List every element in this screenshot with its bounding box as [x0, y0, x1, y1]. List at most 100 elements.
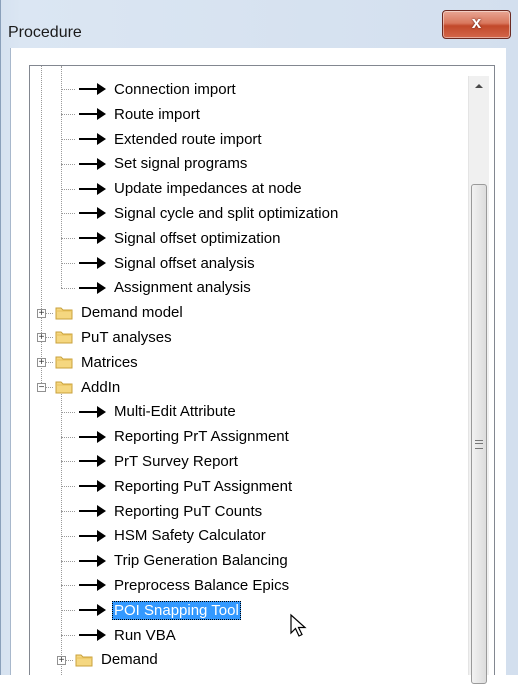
- procedure-item[interactable]: HSM Safety Calculator: [79, 525, 268, 547]
- tree-connector-line: [61, 486, 75, 488]
- close-button[interactable]: x: [442, 10, 511, 39]
- procedure-arrow-icon: [79, 604, 106, 617]
- tree-connector-line: [61, 139, 75, 140]
- tree-connector-line: [61, 560, 75, 562]
- folder-item[interactable]: AddIn: [55, 376, 122, 398]
- tree-connector-line: [61, 213, 75, 215]
- procedure-item[interactable]: Reporting PuT Counts: [79, 500, 264, 522]
- procedure-arrow-icon: [79, 554, 106, 567]
- folder-expander[interactable]: −: [37, 382, 46, 393]
- procedure-item[interactable]: Set signal programs: [79, 153, 249, 175]
- procedure-item-label: Signal offset optimization: [114, 229, 281, 247]
- vertical-scrollbar[interactable]: [468, 76, 489, 684]
- procedure-item-selected-label: POI Snapping Tool: [112, 600, 241, 620]
- close-icon: x: [471, 13, 482, 32]
- procedure-item[interactable]: Signal offset analysis: [79, 252, 257, 274]
- tree-connector-line: [61, 163, 75, 165]
- procedure-item-label: Trip Generation Balancing: [114, 552, 288, 570]
- scroll-thumb[interactable]: [471, 184, 487, 684]
- procedure-item-label: Signal offset analysis: [114, 254, 255, 272]
- window-title: Procedure: [8, 24, 82, 41]
- tree-connector-line: [61, 238, 75, 240]
- procedure-item-selected[interactable]: POI Snapping Tool: [79, 599, 241, 621]
- procedure-item[interactable]: Preprocess Balance Epics: [79, 574, 291, 596]
- procedure-arrow-icon: [79, 133, 106, 145]
- tree-connector-line: [61, 535, 75, 537]
- subfolder-item[interactable]: Demand: [75, 649, 160, 671]
- procedure-item[interactable]: Multi-Edit Attribute: [79, 401, 238, 423]
- procedure-arrow-icon: [79, 529, 106, 542]
- procedure-arrow-icon: [79, 405, 106, 418]
- subfolder-expander[interactable]: +: [57, 654, 66, 666]
- folder-expander-glyph: +: [38, 332, 45, 344]
- scroll-up-button[interactable]: [469, 76, 489, 94]
- procedure-item[interactable]: Reporting PuT Assignment: [79, 475, 294, 497]
- tree-connector-line: [61, 114, 75, 116]
- subfolder-expander-glyph: +: [58, 654, 65, 666]
- folder-item[interactable]: Demand model: [55, 302, 185, 324]
- procedure-arrow-icon: [79, 108, 106, 121]
- procedure-item-label: Connection import: [114, 80, 236, 98]
- procedure-item-label: HSM Safety Calculator: [114, 527, 266, 545]
- folder-item[interactable]: Matrices: [55, 351, 140, 373]
- tree-connector-line: [61, 585, 75, 587]
- procedure-item-label: Extended route import: [114, 130, 262, 148]
- folder-expander[interactable]: +: [37, 307, 46, 319]
- procedure-item[interactable]: Extended route import: [79, 128, 264, 150]
- mouse-cursor-icon: [290, 613, 307, 637]
- folder-expander-glyph: −: [38, 382, 45, 393]
- procedure-arrow-icon: [79, 281, 106, 294]
- tree-connector-line: [61, 610, 75, 612]
- title-bar[interactable]: Procedure x: [1, 0, 518, 48]
- folder-item-label: PuT analyses: [81, 328, 172, 346]
- folder-item-label: Demand model: [81, 304, 183, 322]
- folder-icon: [75, 654, 93, 667]
- procedure-item-label: Update impedances at node: [114, 180, 302, 198]
- procedure-arrow-icon: [79, 182, 106, 195]
- procedure-item[interactable]: PrT Survey Report: [79, 450, 240, 472]
- tree-connector-line: [61, 89, 75, 91]
- tree-connector-line: [61, 411, 75, 413]
- tree-connector-line: [61, 287, 75, 289]
- procedure-arrow-icon: [79, 207, 106, 220]
- procedure-item-label: Run VBA: [114, 626, 176, 644]
- procedure-arrow-icon: [79, 83, 106, 96]
- procedure-item[interactable]: Trip Generation Balancing: [79, 550, 290, 572]
- procedure-item[interactable]: Update impedances at node: [79, 178, 304, 200]
- folder-item-label: AddIn: [81, 378, 121, 396]
- tree-connector-line: [61, 511, 75, 512]
- tree-connector-line: [61, 461, 75, 463]
- procedure-arrow-icon: [79, 579, 106, 592]
- scroll-grip-icon: [475, 440, 483, 449]
- procedure-item-label: Multi-Edit Attribute: [114, 403, 236, 421]
- folder-item-label: Matrices: [81, 353, 138, 371]
- folder-expander-glyph: +: [38, 307, 45, 319]
- procedure-item[interactable]: Assignment analysis: [79, 277, 253, 299]
- folder-icon: [55, 356, 73, 369]
- tree-connector-line: [61, 635, 75, 636]
- procedure-item-label: Signal cycle and split optimization: [114, 204, 339, 222]
- procedure-item-label: Reporting PrT Assignment: [114, 428, 289, 446]
- procedure-item[interactable]: Run VBA: [79, 624, 178, 646]
- procedure-item[interactable]: Reporting PrT Assignment: [79, 426, 291, 448]
- procedure-arrow-icon: [79, 480, 106, 493]
- folder-expander[interactable]: +: [37, 357, 46, 369]
- procedure-item[interactable]: Route import: [79, 103, 202, 125]
- procedure-arrow-icon: [79, 430, 106, 443]
- procedure-item-label: PrT Survey Report: [114, 452, 238, 470]
- procedure-item[interactable]: Connection import: [79, 78, 238, 100]
- procedure-item[interactable]: Signal offset optimization: [79, 227, 283, 249]
- tree-connector-line: [61, 188, 75, 190]
- procedure-arrow-icon: [79, 232, 106, 245]
- folder-expander-glyph: +: [38, 357, 45, 369]
- procedure-arrow-icon: [79, 455, 106, 468]
- folder-item[interactable]: PuT analyses: [55, 326, 174, 348]
- procedure-arrow-icon: [79, 257, 106, 269]
- procedure-tree[interactable]: Connection import Route import Extended ro…: [30, 66, 467, 675]
- subfolder-item-label: Demand: [101, 651, 158, 669]
- procedure-item[interactable]: Signal cycle and split optimization: [79, 202, 340, 224]
- procedure-item-label: Reporting PuT Counts: [114, 502, 263, 520]
- tree-connector-line: [61, 263, 75, 264]
- folder-expander[interactable]: +: [37, 332, 46, 344]
- folder-icon: [55, 381, 73, 394]
